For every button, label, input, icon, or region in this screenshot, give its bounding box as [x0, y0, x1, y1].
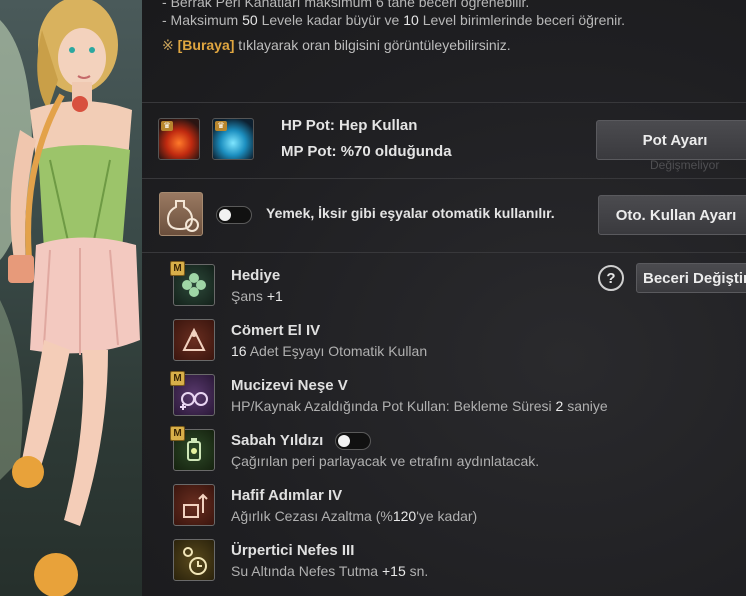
pot-settings-button[interactable]: Pot Ayarı	[596, 120, 746, 160]
mastery-badge: M	[170, 261, 185, 276]
skill-desc: Çağırılan peri parlayacak ve etrafını ay…	[231, 453, 539, 469]
skill-desc: HP/Kaynak Azaldığında Pot Kullan: Beklem…	[231, 398, 608, 414]
skill-desc: 16 Adet Eşyayı Otomatik Kullan	[231, 343, 427, 359]
skill-name: Mucizevi Neşe V	[231, 377, 348, 394]
info-level-step: 10	[403, 12, 419, 28]
divider	[142, 178, 746, 179]
skill-desc: Şans +1	[231, 288, 283, 304]
info-level-text-a: - Maksimum	[162, 12, 243, 28]
auto-use-toggle[interactable]	[216, 206, 252, 224]
fairy-portrait	[0, 0, 142, 596]
fairy-hand-icon[interactable]	[173, 319, 215, 361]
fairy-illustration	[0, 0, 140, 596]
info-bullet: -	[162, 0, 171, 10]
lantern-icon[interactable]: M	[170, 426, 215, 471]
skill-desc-text: sn.	[405, 563, 429, 579]
skill-desc-text: Şans	[231, 288, 267, 304]
potion-gear-icon	[159, 192, 203, 236]
skill-desc-text: HP/Kaynak Azaldığında Pot Kullan: Beklem…	[231, 398, 556, 414]
skill-change-button[interactable]: Beceri Değiştir	[636, 263, 746, 293]
skill-name: Ürpertici Nefes III	[231, 542, 355, 559]
fairy-skill-panel: - Berrak Peri Kanatları maksimum 6 tane …	[142, 0, 746, 596]
ghost-label: Değişmeliyor	[650, 158, 720, 172]
question-icon[interactable]: ?	[598, 265, 624, 291]
skill-name: Sabah Yıldızı	[231, 432, 324, 449]
info-max-skills: - Berrak Peri Kanatları maksimum 6 tane …	[162, 0, 529, 10]
info-level-text-b: Levele kadar büyür ve	[257, 12, 404, 28]
crown-badge-icon: ♛	[215, 121, 227, 131]
info-max-skills-text: Berrak Peri Kanatları maksimum 6 tane be…	[170, 0, 530, 10]
weight-arrow-icon[interactable]	[173, 484, 215, 526]
note-mark-icon: ※	[162, 37, 174, 53]
bubble-clock-icon[interactable]	[173, 539, 215, 581]
info-level-growth: - Maksimum 50 Levele kadar büyür ve 10 L…	[162, 12, 625, 28]
skill-desc-value: +15	[381, 563, 406, 579]
skill-desc-text: Ağırlık Cezası Azaltma (%	[231, 508, 393, 524]
mp-potion-icon[interactable]: ♛	[212, 118, 254, 160]
info-rate-note: ※ [Buraya] tıklayarak oran bilgisini gör…	[162, 37, 511, 54]
crown-badge-icon: ♛	[161, 121, 173, 131]
mastery-badge: M	[170, 371, 185, 386]
potions-plus-icon[interactable]: M	[170, 371, 215, 416]
skill-desc: Ağırlık Cezası Azaltma (%120'ye kadar)	[231, 508, 477, 524]
skill-desc-value: +1	[266, 288, 283, 304]
skill-name: Cömert El IV	[231, 322, 321, 339]
skill-desc-text: Çağırılan peri parlayacak ve etrafını ay…	[231, 453, 540, 469]
skill-desc-value: 120	[392, 508, 417, 524]
sabah-yildizi-toggle[interactable]	[335, 432, 371, 450]
auto-use-text: Yemek, İksir gibi eşyalar otomatik kulla…	[266, 205, 555, 221]
skill-name: Hafif Adımlar IV	[231, 487, 343, 504]
skill-desc-text: 'ye kadar)	[416, 508, 478, 524]
rate-info-link[interactable]: [Buraya]	[178, 37, 235, 53]
hp-potion-icon[interactable]: ♛	[158, 118, 200, 160]
info-level-text-c: Level birimlerinde beceri öğrenir.	[418, 12, 626, 28]
mastery-badge: M	[170, 426, 185, 441]
note-text: tıklayarak oran bilgisini görüntüleyebil…	[234, 37, 511, 53]
divider	[142, 252, 746, 253]
skill-desc-value: 16	[231, 343, 247, 359]
skill-name: Hediye	[231, 267, 281, 284]
divider	[142, 102, 746, 103]
clover-icon[interactable]: M	[170, 261, 215, 306]
skill-desc-text: Adet Eşyayı Otomatik Kullan	[246, 343, 428, 359]
skill-desc-text: saniye	[563, 398, 608, 414]
auto-use-settings-button[interactable]: Oto. Kullan Ayarı	[598, 195, 746, 235]
info-max-level: 50	[242, 12, 258, 28]
hp-pot-setting: HP Pot: Hep Kullan	[281, 117, 418, 134]
skill-desc: Su Altında Nefes Tutma +15 sn.	[231, 563, 428, 579]
skill-desc-text: Su Altında Nefes Tutma	[231, 563, 382, 579]
mp-pot-setting: MP Pot: %70 olduğunda	[281, 143, 452, 160]
